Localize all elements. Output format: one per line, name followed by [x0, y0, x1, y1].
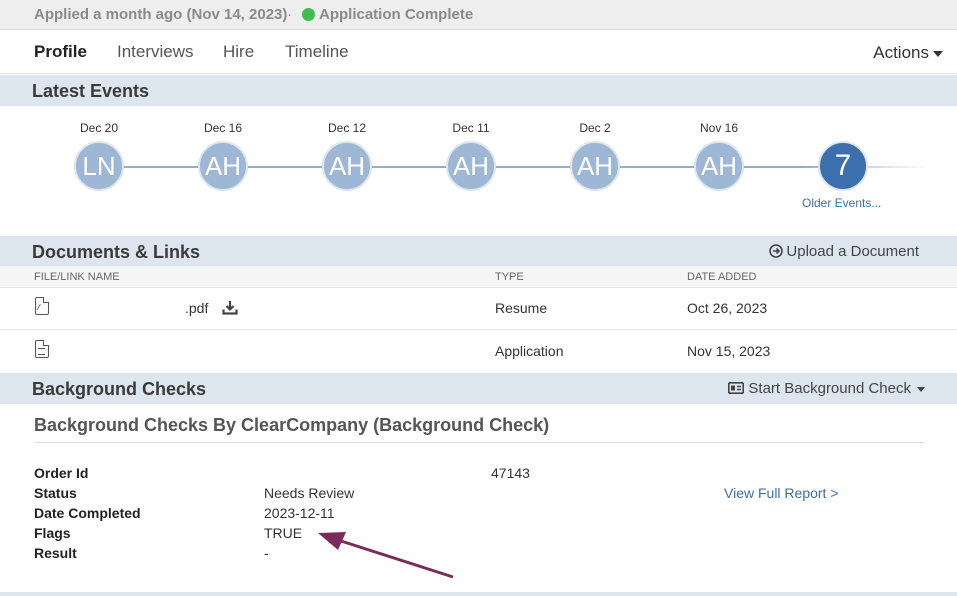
- documents-title: Documents & Links: [32, 242, 201, 262]
- document-date: Nov 15, 2023: [687, 343, 771, 359]
- documents-column-bar: [0, 266, 957, 287]
- date-completed-value: 2023-12-11: [264, 505, 335, 521]
- older-events-link[interactable]: Older Events...: [802, 196, 881, 210]
- actions-label: Actions: [873, 43, 929, 62]
- older-events-counter[interactable]: 7: [813, 121, 873, 191]
- latest-events-header: Latest Events: [0, 75, 957, 106]
- start-background-check-label: Start Background Check: [748, 380, 911, 397]
- caret-down-icon: [917, 386, 925, 392]
- separator-dot: ·: [287, 6, 292, 23]
- avatar[interactable]: LN: [74, 141, 124, 191]
- status-value: Needs Review: [264, 485, 355, 501]
- event-date: Dec 12: [327, 121, 367, 135]
- avatar[interactable]: AH: [694, 141, 744, 191]
- column-header-name: FILE/LINK NAME: [34, 271, 120, 283]
- latest-events-title: Latest Events: [32, 81, 150, 101]
- documents-header: Documents & Links Upload a Document: [0, 236, 957, 267]
- tab-timeline[interactable]: Timeline: [285, 42, 349, 62]
- status-indicator-icon: [302, 8, 315, 21]
- upload-arrow-icon: [769, 244, 784, 258]
- status-label: Status: [34, 485, 77, 501]
- event-date: Dec 2: [579, 121, 611, 135]
- section-footer-bar: [0, 592, 957, 596]
- avatar[interactable]: AH: [322, 141, 372, 191]
- document-type: Application: [495, 343, 564, 359]
- avatar[interactable]: AH: [198, 141, 248, 191]
- tab-interviews[interactable]: Interviews: [117, 42, 194, 62]
- column-header-date: DATE ADDED: [687, 271, 757, 283]
- date-completed-label: Date Completed: [34, 505, 141, 521]
- annotation-arrow-icon: [318, 532, 454, 579]
- application-status-text: Application Complete: [319, 6, 474, 23]
- result-value: -: [264, 545, 269, 561]
- id-card-icon: [728, 382, 745, 394]
- background-checks-title: Background Checks: [32, 379, 207, 399]
- tab-profile[interactable]: Profile: [34, 42, 87, 62]
- timeline-event[interactable]: Dec 16 AH: [193, 121, 253, 191]
- timeline-event[interactable]: Dec 2 AH: [565, 121, 625, 191]
- timeline-event[interactable]: Nov 16 AH: [689, 121, 749, 191]
- avatar[interactable]: AH: [446, 141, 496, 191]
- event-date: Dec 20: [79, 121, 119, 135]
- background-check-provider-title: Background Checks By ClearCompany (Backg…: [34, 415, 550, 435]
- view-full-report-link[interactable]: View Full Report >: [724, 485, 839, 501]
- column-header-type: TYPE: [495, 271, 524, 283]
- file-text-icon[interactable]: [35, 340, 49, 358]
- document-date: Oct 26, 2023: [687, 300, 768, 316]
- file-pdf-icon: ⁄: [35, 297, 49, 315]
- tab-hire[interactable]: Hire: [223, 42, 254, 62]
- order-id-value: 47143: [491, 465, 530, 481]
- timeline-event[interactable]: Dec 11 AH: [441, 121, 501, 191]
- download-icon[interactable]: [222, 300, 238, 315]
- event-date: Dec 11: [452, 121, 490, 135]
- result-label: Result: [34, 545, 77, 561]
- document-name-link[interactable]: .pdf: [185, 300, 208, 316]
- actions-menu-button[interactable]: Actions: [873, 43, 943, 63]
- event-date: Nov 16: [699, 121, 739, 135]
- caret-down-icon: [933, 50, 943, 57]
- background-checks-header: Background Checks Start Background Check: [0, 373, 957, 404]
- document-type: Resume: [495, 300, 548, 316]
- upload-document-label: Upload a Document: [786, 243, 919, 260]
- event-date: Dec 16: [203, 121, 243, 135]
- timeline-event[interactable]: Dec 12 AH: [317, 121, 377, 191]
- order-id-label: Order Id: [34, 465, 89, 481]
- flags-value: TRUE: [264, 525, 303, 541]
- avatar[interactable]: AH: [570, 141, 620, 191]
- flags-label: Flags: [34, 525, 71, 541]
- application-status-bar: Applied a month ago (Nov 14, 2023) · App…: [0, 0, 957, 30]
- older-events-count[interactable]: 7: [818, 141, 868, 191]
- applied-date-text: Applied a month ago (Nov 14, 2023): [34, 6, 288, 23]
- timeline-event[interactable]: Dec 20 LN: [69, 121, 129, 191]
- start-background-check-button[interactable]: Start Background Check: [728, 380, 925, 397]
- profile-nav: Profile Interviews Hire Timeline Actions: [0, 30, 957, 74]
- upload-document-button[interactable]: Upload a Document: [769, 243, 919, 260]
